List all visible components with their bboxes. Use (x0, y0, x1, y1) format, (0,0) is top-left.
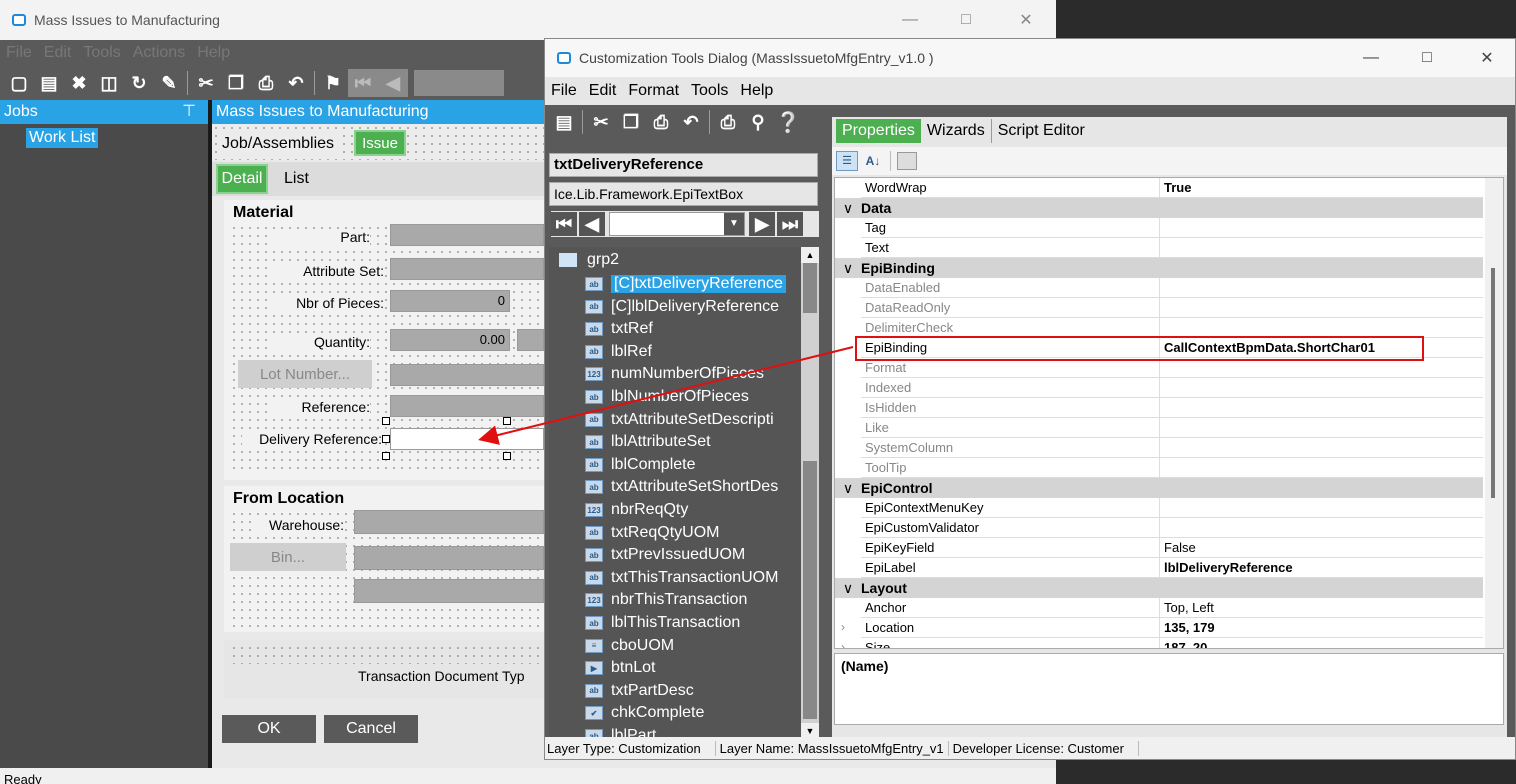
binding-arrow (478, 346, 854, 445)
